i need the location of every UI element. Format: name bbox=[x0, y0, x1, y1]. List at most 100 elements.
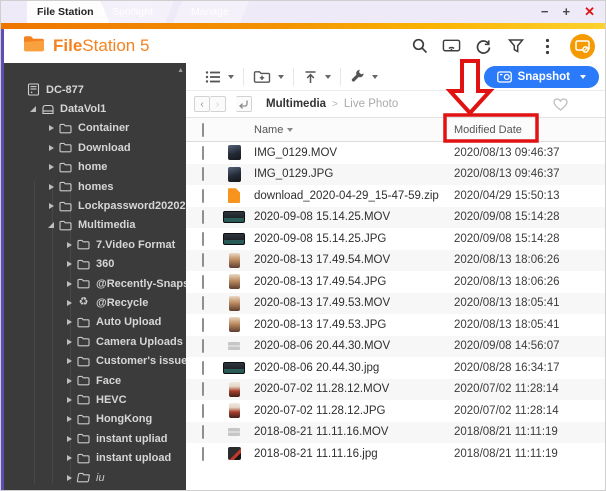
tree-expander-icon[interactable] bbox=[64, 280, 74, 287]
search-icon[interactable] bbox=[410, 37, 429, 56]
tree-expander-icon[interactable] bbox=[64, 319, 74, 326]
filter-icon[interactable] bbox=[506, 37, 525, 56]
sidebar-item--recycle[interactable]: ♻ @Recycle bbox=[4, 293, 186, 312]
file-row[interactable]: 2020-08-13 17.49.54.JPG 2020/08/13 18:06:… bbox=[186, 271, 605, 293]
tree-expander-icon[interactable] bbox=[46, 144, 56, 151]
modified-date-column-header[interactable]: Modified Date bbox=[454, 124, 605, 136]
file-row[interactable]: 2020-08-06 20.44.30.jpg 2020/08/28 16:34:… bbox=[186, 357, 605, 379]
file-row[interactable]: 2020-09-08 15.14.25.JPG 2020/09/08 15:14:… bbox=[186, 228, 605, 250]
sidebar-item-download[interactable]: Download bbox=[4, 138, 186, 157]
sidebar-item-container[interactable]: Container bbox=[4, 119, 186, 138]
tools-button[interactable] bbox=[341, 67, 387, 87]
back-button[interactable]: ‹ bbox=[194, 96, 210, 112]
tree-expander-icon[interactable] bbox=[46, 222, 56, 229]
tree-expander-icon[interactable] bbox=[64, 241, 74, 248]
sidebar-item-home[interactable]: home bbox=[4, 158, 186, 177]
file-row[interactable]: IMG_0129.JPG 2020/08/13 09:46:37 bbox=[186, 163, 605, 185]
row-checkbox[interactable] bbox=[202, 360, 204, 375]
tree-expander-icon[interactable] bbox=[46, 203, 56, 210]
view-mode-button[interactable] bbox=[196, 67, 243, 87]
file-row[interactable]: 2018-08-21 11.11.16.jpg 2018/08/21 11:11:… bbox=[186, 443, 605, 465]
file-thumbnail bbox=[228, 295, 240, 311]
sidebar-item-datavol1[interactable]: DataVol1 bbox=[4, 99, 186, 118]
sidebar-scroll-up-icon[interactable]: ▲ bbox=[177, 67, 184, 74]
row-checkbox[interactable] bbox=[202, 446, 204, 461]
maximize-button[interactable]: + bbox=[563, 1, 571, 23]
upload-button[interactable] bbox=[294, 67, 340, 87]
remote-mount-icon[interactable] bbox=[442, 37, 461, 56]
file-row[interactable]: 2020-07-02 11.28.12.MOV 2020/07/02 11:28:… bbox=[186, 378, 605, 400]
sidebar-item-lockpassword20202020[interactable]: Lockpassword20202020 bbox=[4, 196, 186, 215]
tree-expander-icon[interactable] bbox=[28, 106, 38, 113]
file-row[interactable]: download_2020-04-29_15-47-59.zip 2020/04/… bbox=[186, 185, 605, 207]
app-badge-icon[interactable] bbox=[570, 33, 595, 59]
row-checkbox[interactable] bbox=[202, 145, 204, 160]
sidebar-item-customer-s-issue-file[interactable]: Customer's issue file bbox=[4, 351, 186, 370]
tree-expander-icon[interactable] bbox=[64, 338, 74, 345]
refresh-icon[interactable] bbox=[474, 37, 493, 56]
file-modified-date: 2018/08/21 11:11:19 bbox=[454, 447, 558, 460]
go-up-button[interactable] bbox=[236, 96, 252, 112]
tree-expander-icon[interactable] bbox=[64, 435, 74, 442]
tree-expander-icon[interactable] bbox=[64, 455, 74, 462]
row-checkbox[interactable] bbox=[202, 188, 204, 203]
tree-expander-icon[interactable] bbox=[46, 183, 56, 190]
window-tab-manage[interactable]: Manage bbox=[173, 1, 249, 23]
sidebar-item-instant-upload[interactable]: instant upload bbox=[4, 448, 186, 467]
row-checkbox[interactable] bbox=[202, 253, 204, 268]
file-row[interactable]: 2020-08-13 17.49.53.JPG 2020/08/13 18:05:… bbox=[186, 314, 605, 336]
snapshot-button[interactable]: Snapshot bbox=[483, 66, 599, 88]
sidebar-item--recently-snapshot[interactable]: @Recently-Snapshot bbox=[4, 274, 186, 293]
sidebar-item-iu[interactable]: iu bbox=[4, 468, 186, 487]
row-checkbox[interactable] bbox=[202, 317, 204, 332]
sidebar-item-hongkong[interactable]: HongKong bbox=[4, 410, 186, 429]
sidebar-item-face[interactable]: Face bbox=[4, 371, 186, 390]
file-row[interactable]: 2020-09-08 15.14.25.MOV 2020/09/08 15:14:… bbox=[186, 206, 605, 228]
tree-expander-icon[interactable] bbox=[64, 261, 74, 268]
row-checkbox[interactable] bbox=[202, 382, 204, 397]
file-row[interactable]: 2018-08-21 11.11.16.MOV 2018/08/21 11:11:… bbox=[186, 421, 605, 443]
tree-expander-icon[interactable] bbox=[64, 396, 74, 403]
file-row[interactable]: 2020-08-13 17.49.53.MOV 2020/08/13 18:05:… bbox=[186, 292, 605, 314]
select-all-checkbox[interactable] bbox=[202, 122, 204, 137]
file-row[interactable]: 2020-08-06 20.44.30.MOV 2020/09/08 14:56:… bbox=[186, 335, 605, 357]
sidebar-item-homes[interactable]: homes bbox=[4, 177, 186, 196]
favorite-heart-icon[interactable] bbox=[553, 98, 568, 116]
sidebar-item-360[interactable]: 360 bbox=[4, 255, 186, 274]
sidebar-item-7-video-format[interactable]: 7.Video Format bbox=[4, 235, 186, 254]
sidebar-item-dc-877[interactable]: DC-877 bbox=[4, 80, 186, 99]
tree-expander-icon[interactable] bbox=[64, 377, 74, 384]
breadcrumb-item-live-photo[interactable]: Live Photo bbox=[344, 98, 398, 110]
tree-expander-icon[interactable] bbox=[64, 416, 74, 423]
row-checkbox[interactable] bbox=[202, 231, 204, 246]
row-checkbox[interactable] bbox=[202, 403, 204, 418]
file-thumbnail bbox=[228, 188, 240, 204]
file-row[interactable]: 2020-07-02 11.28.12.JPG 2020/07/02 11:28:… bbox=[186, 400, 605, 422]
minimize-button[interactable]: − bbox=[541, 1, 549, 23]
row-checkbox[interactable] bbox=[202, 339, 204, 354]
file-row[interactable]: 2020-08-13 17.49.54.MOV 2020/08/13 18:06:… bbox=[186, 249, 605, 271]
sidebar-item-multimedia[interactable]: Multimedia bbox=[4, 216, 186, 235]
row-checkbox[interactable] bbox=[202, 296, 204, 311]
name-column-header[interactable]: Name bbox=[254, 124, 454, 136]
file-row[interactable]: IMG_0129.MOV 2020/08/13 09:46:37 bbox=[186, 142, 605, 164]
breadcrumb-item-multimedia[interactable]: Multimedia bbox=[266, 98, 326, 110]
tree-expander-icon[interactable] bbox=[64, 358, 74, 365]
window-tab-spotlight[interactable]: Spotlight bbox=[94, 1, 174, 23]
forward-button[interactable]: › bbox=[210, 96, 226, 112]
tree-expander-icon[interactable] bbox=[64, 299, 74, 306]
row-checkbox[interactable] bbox=[202, 425, 204, 440]
close-button[interactable]: ✕ bbox=[584, 1, 595, 23]
row-checkbox[interactable] bbox=[202, 167, 204, 182]
sidebar-item-auto-upload[interactable]: Auto Upload bbox=[4, 313, 186, 332]
tree-expander-icon[interactable] bbox=[46, 164, 56, 171]
tree-expander-icon[interactable] bbox=[46, 125, 56, 132]
row-checkbox[interactable] bbox=[202, 210, 204, 225]
create-folder-button[interactable] bbox=[244, 67, 293, 87]
sidebar-item-camera-uploads[interactable]: Camera Uploads bbox=[4, 332, 186, 351]
row-checkbox[interactable] bbox=[202, 274, 204, 289]
sidebar-item-hevc[interactable]: HEVC bbox=[4, 390, 186, 409]
more-menu-icon[interactable] bbox=[538, 37, 557, 56]
sidebar-item-instant-upliad[interactable]: instant upliad bbox=[4, 429, 186, 448]
tree-expander-icon[interactable] bbox=[64, 474, 74, 481]
